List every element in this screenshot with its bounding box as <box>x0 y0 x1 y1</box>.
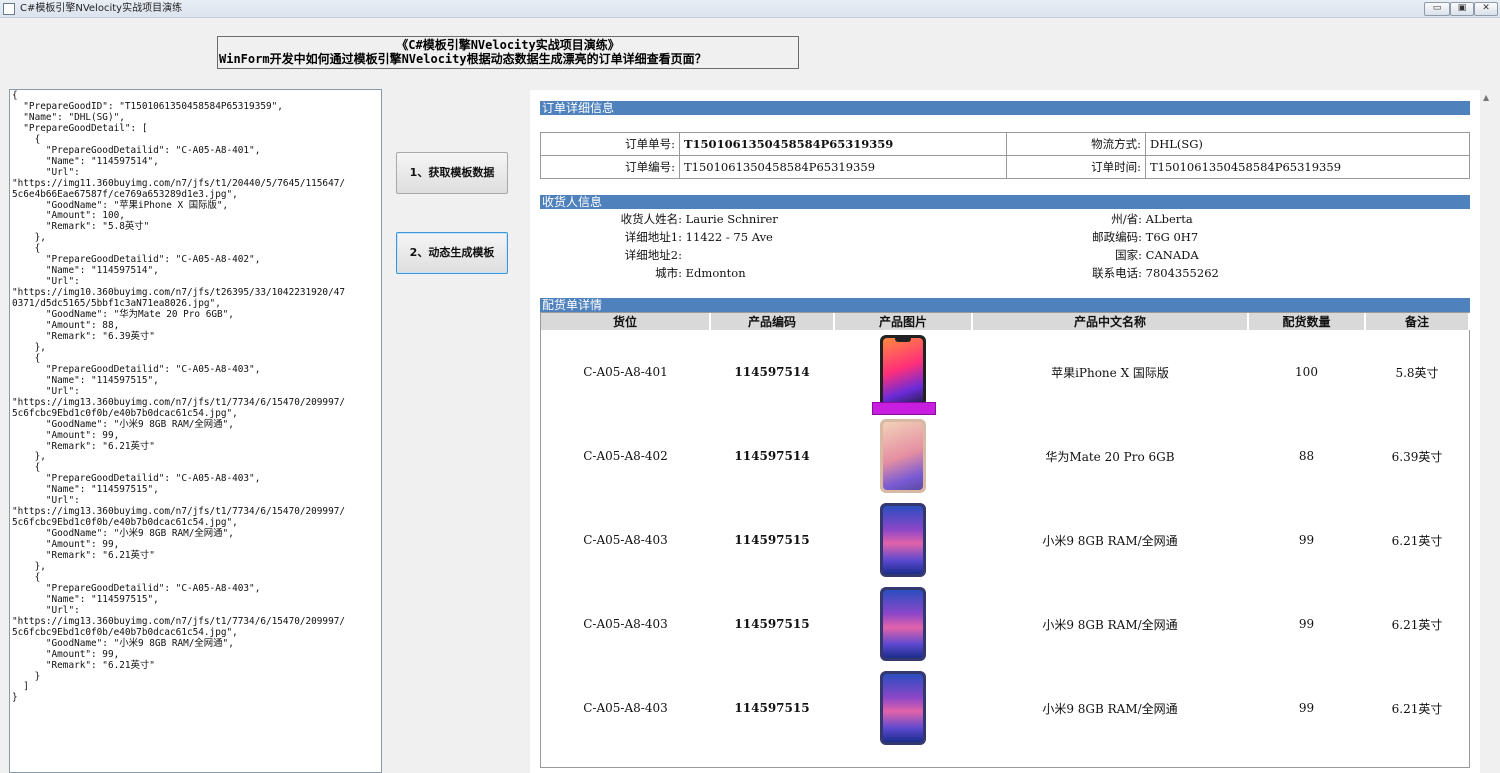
row-location: C-A05-A8-402 <box>583 449 668 463</box>
row-qty: 100 <box>1295 365 1318 379</box>
col-location-header: 货位 <box>541 313 711 330</box>
row-code: 114597514 <box>734 365 810 379</box>
row-image-cell <box>834 414 972 498</box>
row-qty: 99 <box>1298 533 1315 547</box>
table-row: C-A05-A8-402 114597514 华为Mate 20 Pro 6GB… <box>541 414 1469 498</box>
row-remark: 6.21英寸 <box>1391 701 1443 716</box>
order-info-table: 订单单号: T1501061350458584P65319359 物流方式: D… <box>540 132 1470 179</box>
huawei-mate20-image <box>880 419 926 493</box>
city-value: Edmonton <box>685 266 746 280</box>
state-label: 州/省: <box>1111 212 1142 226</box>
row-code: 114597514 <box>734 449 810 463</box>
receiver-name-label: 收货人姓名: <box>620 212 682 226</box>
phone-label: 联系电话: <box>1092 266 1142 280</box>
row-code: 114597515 <box>734 617 810 631</box>
row-image-cell <box>834 330 972 415</box>
order-info-row: 订单编号: T1501061350458584P65319359 订单时间: T… <box>540 155 1470 179</box>
row-name: 苹果iPhone X 国际版 <box>1051 365 1169 380</box>
country-value: CANADA <box>1145 248 1199 262</box>
heading-line-2: WinForm开发中如何通过模板引擎NVelocity根据动态数据生成漂亮的订单… <box>219 52 707 66</box>
close-button[interactable]: ✕ <box>1474 2 1498 16</box>
table-row: C-A05-A8-401 114597514 苹果iPhone X 国际版 10… <box>541 330 1469 415</box>
phone-value: 7804355262 <box>1145 266 1219 280</box>
table-row: C-A05-A8-403 114597515 小米9 8GB RAM/全网通 9… <box>541 498 1469 582</box>
order-report-view[interactable]: 订单详细信息 订单单号: T1501061350458584P65319359 … <box>530 90 1480 773</box>
order-no-label: 订单单号: <box>540 132 680 156</box>
row-location: C-A05-A8-403 <box>583 617 668 631</box>
receiver-name-value: Laurie Schnirer <box>685 212 778 226</box>
receiver-right-column: 州/省: ALberta 邮政编码: T6G 0H7 国家: CANADA 联系… <box>1060 210 1219 282</box>
order-info-row: 订单单号: T1501061350458584P65319359 物流方式: D… <box>540 132 1470 156</box>
xiaomi-9-image <box>880 587 926 661</box>
logistics-value: DHL(SG) <box>1145 132 1470 156</box>
country-label: 国家: <box>1115 248 1142 262</box>
row-code: 114597515 <box>734 533 810 547</box>
row-qty: 88 <box>1298 449 1315 463</box>
goods-header-row: 货位 产品编码 产品图片 产品中文名称 配货数量 备注 <box>541 313 1470 330</box>
row-remark: 6.21英寸 <box>1391 617 1443 632</box>
iphone-x-image <box>872 335 936 415</box>
generate-template-button[interactable]: 2、动态生成模板 <box>396 232 508 274</box>
order-section-title: 订单详细信息 <box>540 101 1470 115</box>
address1-value: 11422 - 75 Ave <box>685 230 773 244</box>
xiaomi-9-image <box>880 503 926 577</box>
json-textbox[interactable]: { "PrepareGoodID": "T1501061350458584P65… <box>9 89 382 773</box>
heading-label: 《C#模板引擎NVelocity实战项目演练》 WinForm开发中如何通过模板… <box>217 36 799 69</box>
row-image-cell <box>834 498 972 582</box>
row-location: C-A05-A8-403 <box>583 701 668 715</box>
order-no-value: T1501061350458584P65319359 <box>679 132 1007 156</box>
window-titlebar: C#模板引擎NVelocity实战项目演练 ▭ ▣ ✕ <box>0 0 1500 18</box>
row-qty: 99 <box>1298 701 1315 715</box>
minimize-button[interactable]: ▭ <box>1424 2 1450 16</box>
row-image-cell <box>834 582 972 666</box>
table-row: C-A05-A8-403 114597515 小米9 8GB RAM/全网通 9… <box>541 582 1469 666</box>
row-name: 小米9 8GB RAM/全网通 <box>1042 617 1178 632</box>
city-label: 城市: <box>655 266 682 280</box>
row-remark: 5.8英寸 <box>1395 365 1439 380</box>
row-remark: 6.21英寸 <box>1391 533 1443 548</box>
receiver-left-column: 收货人姓名: Laurie Schnirer 详细地址1: 11422 - 75… <box>570 210 778 282</box>
goods-section-title: 配货单详情 <box>540 298 1470 312</box>
row-name: 小米9 8GB RAM/全网通 <box>1042 533 1178 548</box>
logistics-label: 物流方式: <box>1006 132 1146 156</box>
order-code-value: T1501061350458584P65319359 <box>679 155 1007 179</box>
restore-button[interactable]: ▣ <box>1450 2 1474 16</box>
address2-label: 详细地址2: <box>624 248 682 262</box>
heading-line-1: 《C#模板引擎NVelocity实战项目演练》 <box>396 38 620 52</box>
row-name: 小米9 8GB RAM/全网通 <box>1042 701 1178 716</box>
row-image-cell <box>834 666 972 750</box>
row-code: 114597515 <box>734 701 810 715</box>
scroll-up-arrow-icon[interactable]: ▲ <box>1483 93 1489 102</box>
postcode-value: T6G 0H7 <box>1145 230 1199 244</box>
col-name-header: 产品中文名称 <box>972 313 1249 330</box>
address1-label: 详细地址1: <box>624 230 682 244</box>
row-location: C-A05-A8-401 <box>583 365 668 379</box>
col-remark-header: 备注 <box>1365 313 1470 330</box>
order-time-label: 订单时间: <box>1006 155 1146 179</box>
col-qty-header: 配货数量 <box>1248 313 1366 330</box>
goods-table: 货位 产品编码 产品图片 产品中文名称 配货数量 备注 C-A05-A8-401… <box>541 313 1470 750</box>
window-title: C#模板引擎NVelocity实战项目演练 <box>20 3 183 14</box>
row-qty: 99 <box>1298 617 1315 631</box>
report-scrollbar[interactable]: ▲ <box>1480 90 1497 773</box>
app-window-icon <box>3 3 15 15</box>
row-name: 华为Mate 20 Pro 6GB <box>1045 449 1175 464</box>
row-remark: 6.39英寸 <box>1391 449 1443 464</box>
table-row: C-A05-A8-403 114597515 小米9 8GB RAM/全网通 9… <box>541 666 1469 750</box>
col-image-header: 产品图片 <box>834 313 973 330</box>
postcode-label: 邮政编码: <box>1092 230 1142 244</box>
col-code-header: 产品编码 <box>710 313 835 330</box>
row-location: C-A05-A8-403 <box>583 533 668 547</box>
receiver-section-title: 收货人信息 <box>540 195 1470 209</box>
fetch-template-data-button[interactable]: 1、获取模板数据 <box>396 152 508 194</box>
order-code-label: 订单编号: <box>540 155 680 179</box>
order-time-value: T1501061350458584P65319359 <box>1145 155 1470 179</box>
state-value: ALberta <box>1145 212 1193 226</box>
xiaomi-9-image <box>880 671 926 745</box>
json-text: { "PrepareGoodID": "T1501061350458584P65… <box>12 90 346 704</box>
